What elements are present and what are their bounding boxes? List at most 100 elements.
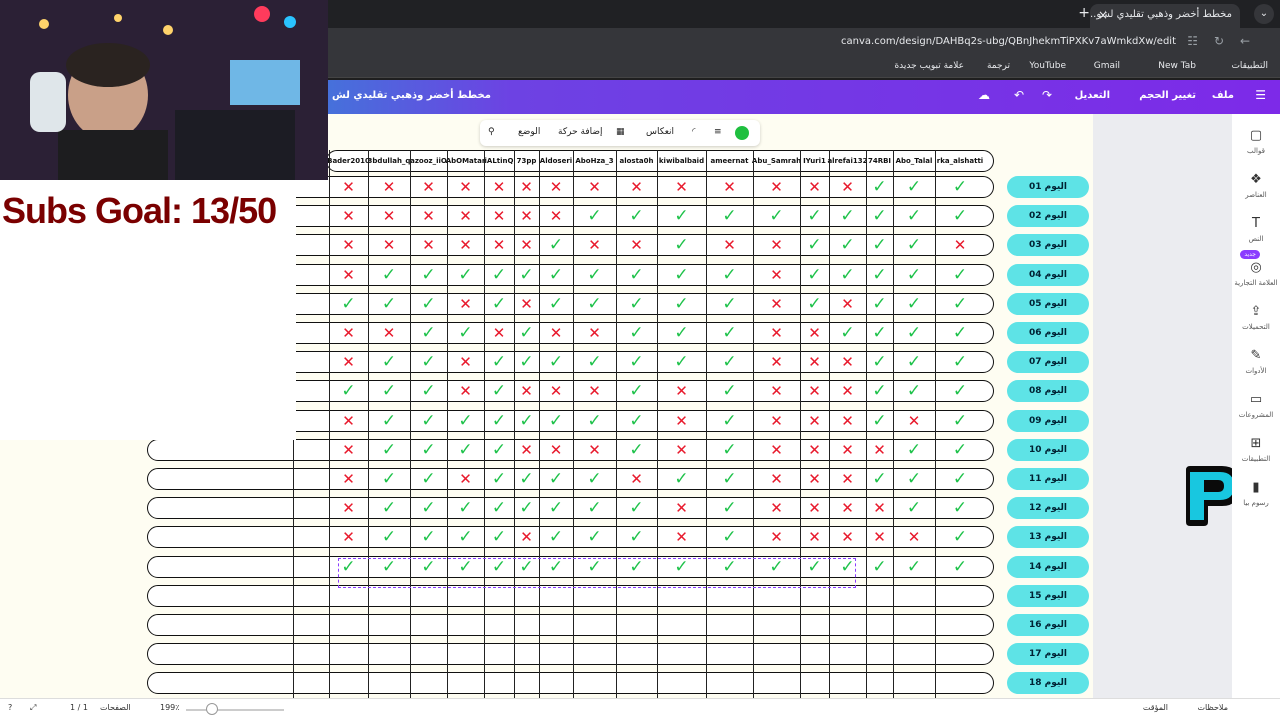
check-mark-icon[interactable]: ✓ [456, 411, 476, 431]
browser-tab[interactable]: مخطط أخضر وذهبي تقليدي لشو... × [1090, 4, 1240, 28]
check-mark-icon[interactable]: ✓ [870, 177, 890, 197]
check-mark-icon[interactable]: ✓ [546, 469, 566, 489]
cross-mark-icon[interactable]: ✕ [767, 265, 787, 285]
check-mark-icon[interactable]: ✓ [489, 469, 509, 489]
bookmark-youtube[interactable]: YouTube [1029, 61, 1066, 71]
check-mark-icon[interactable]: ✓ [489, 440, 509, 460]
document-title[interactable]: مخطط أخضر وذهبي تقليدي لش [332, 90, 491, 101]
check-mark-icon[interactable]: ✓ [672, 469, 692, 489]
day-label[interactable]: اليوم 18 [1007, 672, 1089, 695]
check-mark-icon[interactable]: ✓ [838, 557, 858, 577]
cross-mark-icon[interactable]: ✕ [339, 469, 359, 489]
day-label[interactable]: اليوم 08 [1007, 380, 1089, 403]
cross-mark-icon[interactable]: ✕ [672, 527, 692, 547]
cross-mark-icon[interactable]: ✕ [767, 498, 787, 518]
check-mark-icon[interactable]: ✓ [950, 177, 970, 197]
sidebar-item-folder[interactable]: ▭ المشروعات [1234, 392, 1278, 419]
check-mark-icon[interactable]: ✓ [950, 265, 970, 285]
check-mark-icon[interactable]: ✓ [950, 498, 970, 518]
check-mark-icon[interactable]: ✓ [720, 557, 740, 577]
check-mark-icon[interactable]: ✓ [517, 469, 537, 489]
add-animation-button[interactable]: إضافة حركة [558, 127, 603, 137]
sidebar-item-tools[interactable]: ✎ الأدوات [1234, 348, 1278, 375]
cross-mark-icon[interactable]: ✕ [489, 177, 509, 197]
file-menu[interactable]: ملف [1212, 90, 1234, 101]
undo-icon[interactable]: ↶ [1014, 88, 1024, 102]
check-mark-icon[interactable]: ✓ [456, 265, 476, 285]
cross-mark-icon[interactable]: ✕ [339, 265, 359, 285]
day-label[interactable]: اليوم 11 [1007, 468, 1089, 490]
check-mark-icon[interactable]: ✓ [672, 265, 692, 285]
check-mark-icon[interactable]: ✓ [585, 206, 605, 226]
cross-mark-icon[interactable]: ✕ [838, 498, 858, 518]
check-mark-icon[interactable]: ✓ [546, 411, 566, 431]
cross-mark-icon[interactable]: ✕ [838, 411, 858, 431]
check-mark-icon[interactable]: ✓ [720, 206, 740, 226]
check-mark-icon[interactable]: ✓ [950, 381, 970, 401]
day-label[interactable]: اليوم 14 [1007, 555, 1089, 578]
cross-mark-icon[interactable]: ✕ [767, 381, 787, 401]
day-label[interactable]: اليوم 07 [1007, 351, 1089, 374]
check-mark-icon[interactable]: ✓ [720, 440, 740, 460]
check-mark-icon[interactable]: ✓ [419, 352, 439, 372]
check-mark-icon[interactable]: ✓ [870, 265, 890, 285]
cross-mark-icon[interactable]: ✕ [767, 294, 787, 314]
check-mark-icon[interactable]: ✓ [379, 440, 399, 460]
check-mark-icon[interactable]: ✓ [720, 352, 740, 372]
check-mark-icon[interactable]: ✓ [419, 411, 439, 431]
cross-mark-icon[interactable]: ✕ [585, 323, 605, 343]
check-mark-icon[interactable]: ✓ [720, 265, 740, 285]
check-mark-icon[interactable]: ✓ [870, 235, 890, 255]
bookmark-translate[interactable]: ترجمة [987, 61, 1010, 71]
check-mark-icon[interactable]: ✓ [546, 498, 566, 518]
check-mark-icon[interactable]: ✓ [517, 557, 537, 577]
cross-mark-icon[interactable]: ✕ [838, 177, 858, 197]
zoom-slider-handle[interactable] [206, 703, 218, 715]
cross-mark-icon[interactable]: ✕ [672, 177, 692, 197]
check-mark-icon[interactable]: ✓ [585, 527, 605, 547]
check-mark-icon[interactable]: ✓ [517, 323, 537, 343]
check-mark-icon[interactable]: ✓ [672, 323, 692, 343]
transparency-icon[interactable]: ▦ [616, 127, 625, 137]
check-mark-icon[interactable]: ✓ [546, 235, 566, 255]
cross-mark-icon[interactable]: ✕ [339, 235, 359, 255]
sidebar-item-brand[interactable]: ◎ العلامة التجارية [1234, 260, 1278, 287]
day-label[interactable]: اليوم 12 [1007, 497, 1089, 520]
check-mark-icon[interactable]: ✓ [489, 294, 509, 314]
check-mark-icon[interactable]: ✓ [904, 323, 924, 343]
cross-mark-icon[interactable]: ✕ [720, 235, 740, 255]
check-mark-icon[interactable]: ✓ [517, 352, 537, 372]
cross-mark-icon[interactable]: ✕ [546, 440, 566, 460]
check-mark-icon[interactable]: ✓ [627, 440, 647, 460]
check-mark-icon[interactable]: ✓ [870, 294, 890, 314]
check-mark-icon[interactable]: ✓ [627, 557, 647, 577]
check-mark-icon[interactable]: ✓ [546, 294, 566, 314]
check-mark-icon[interactable]: ✓ [419, 294, 439, 314]
check-mark-icon[interactable]: ✓ [456, 557, 476, 577]
cross-mark-icon[interactable]: ✕ [517, 527, 537, 547]
day-label[interactable]: اليوم 16 [1007, 614, 1089, 636]
cross-mark-icon[interactable]: ✕ [805, 498, 825, 518]
cross-mark-icon[interactable]: ✕ [805, 352, 825, 372]
check-mark-icon[interactable]: ✓ [904, 469, 924, 489]
check-mark-icon[interactable]: ✓ [627, 411, 647, 431]
check-mark-icon[interactable]: ✓ [627, 352, 647, 372]
menu-icon[interactable]: ☰ [1255, 88, 1266, 102]
cross-mark-icon[interactable]: ✕ [767, 235, 787, 255]
zoom-level[interactable]: 199٪ [160, 703, 180, 712]
cross-mark-icon[interactable]: ✕ [767, 411, 787, 431]
check-mark-icon[interactable]: ✓ [585, 294, 605, 314]
cross-mark-icon[interactable]: ✕ [585, 440, 605, 460]
cross-mark-icon[interactable]: ✕ [672, 381, 692, 401]
cross-mark-icon[interactable]: ✕ [339, 440, 359, 460]
day-label[interactable]: اليوم 06 [1007, 322, 1089, 344]
cross-mark-icon[interactable]: ✕ [838, 469, 858, 489]
check-mark-icon[interactable]: ✓ [339, 294, 359, 314]
check-mark-icon[interactable]: ✓ [489, 557, 509, 577]
check-mark-icon[interactable]: ✓ [904, 352, 924, 372]
sidebar-item-chart[interactable]: ▮ رسوم بيا [1234, 480, 1278, 507]
check-mark-icon[interactable]: ✓ [672, 206, 692, 226]
check-mark-icon[interactable]: ✓ [870, 557, 890, 577]
cross-mark-icon[interactable]: ✕ [517, 235, 537, 255]
cross-mark-icon[interactable]: ✕ [339, 206, 359, 226]
